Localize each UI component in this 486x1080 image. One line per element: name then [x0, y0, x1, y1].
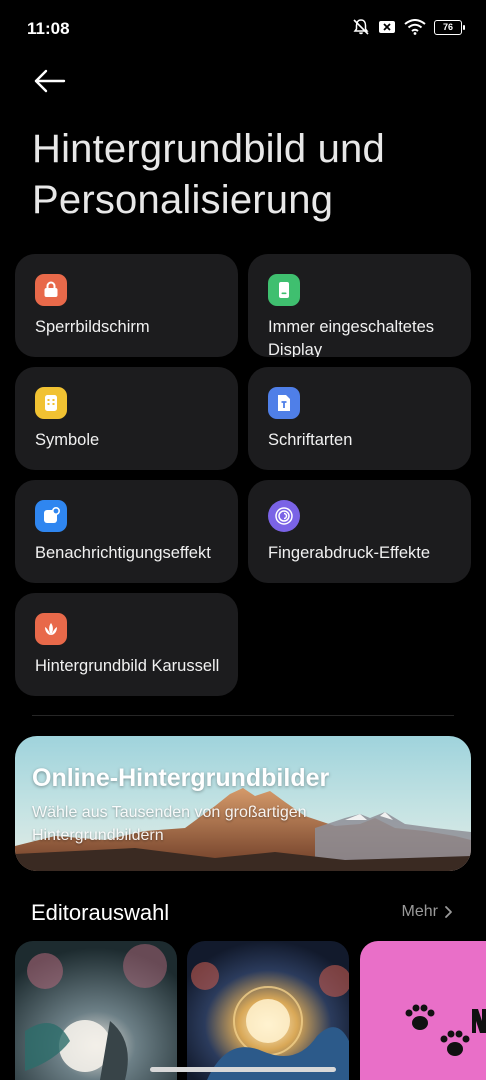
banner-subtitle: Wähle aus Tausenden von großartigen Hint…	[32, 804, 307, 844]
section-title: Editorauswahl	[31, 900, 170, 925]
back-arrow-icon[interactable]	[33, 68, 67, 94]
tile-label: Fingerabdruck-Effekte	[268, 544, 431, 562]
app-icons-icon	[35, 387, 67, 419]
fingerprint-icon	[268, 500, 300, 532]
tile-label: Schriftarten	[268, 431, 353, 449]
tile-lock-screen[interactable]: Sperrbildschirm	[15, 254, 238, 357]
fonts-icon	[268, 387, 300, 419]
no-sim-icon	[379, 21, 395, 33]
wallpaper-thumbnail[interactable]	[187, 941, 349, 1080]
tile-label: Immer eingeschaltetes Display	[268, 318, 434, 357]
tile-always-on-display[interactable]: Immer eingeschaltetes Display	[248, 254, 471, 357]
tile-notification-effect[interactable]: Benachrichtigungseffekt	[15, 480, 238, 583]
status-time: 11:08	[27, 19, 70, 38]
lock-screen-icon	[35, 274, 67, 306]
divider	[32, 715, 454, 716]
dragon-wallpaper-image	[187, 941, 349, 1080]
page-title: Hintergrundbild und Personalisierung	[32, 127, 385, 222]
tile-label: Sperrbildschirm	[35, 318, 150, 336]
always-on-display-icon	[268, 274, 300, 306]
fantasy-wallpaper-image	[15, 941, 177, 1080]
wallpaper-carousel-icon	[35, 613, 67, 645]
battery-level: 76	[442, 22, 453, 32]
tile-label: Hintergrundbild Karussell	[35, 657, 220, 675]
status-icons: 76	[352, 18, 465, 36]
notification-effect-icon	[35, 500, 67, 532]
banner-title: Online-Hintergrundbilder	[32, 764, 330, 792]
bell-muted-icon	[353, 19, 369, 35]
wifi-icon	[404, 19, 426, 35]
online-wallpapers-banner[interactable]: Online-Hintergrundbilder Wähle aus Tause…	[15, 736, 471, 871]
tile-app-icons[interactable]: Symbole	[15, 367, 238, 470]
status-bar: 11:08 76	[0, 0, 486, 58]
tile-fingerprint-effects[interactable]: Fingerabdruck-Effekte	[248, 480, 471, 583]
paw-prints-wallpaper-image	[360, 941, 486, 1080]
more-link[interactable]: Mehr	[402, 903, 453, 921]
more-label: Mehr	[401, 903, 438, 920]
wallpaper-thumbnail[interactable]	[360, 941, 486, 1080]
chevron-right-icon	[445, 906, 452, 918]
home-indicator[interactable]	[150, 1067, 336, 1072]
wallpaper-thumbnail[interactable]	[15, 941, 177, 1080]
tile-wallpaper-carousel[interactable]: Hintergrundbild Karussell	[15, 593, 238, 696]
tile-label: Symbole	[35, 431, 100, 449]
tile-fonts[interactable]: Schriftarten	[248, 367, 471, 470]
battery-indicator: 76	[434, 19, 465, 35]
tile-label: Benachrichtigungseffekt	[35, 544, 211, 562]
